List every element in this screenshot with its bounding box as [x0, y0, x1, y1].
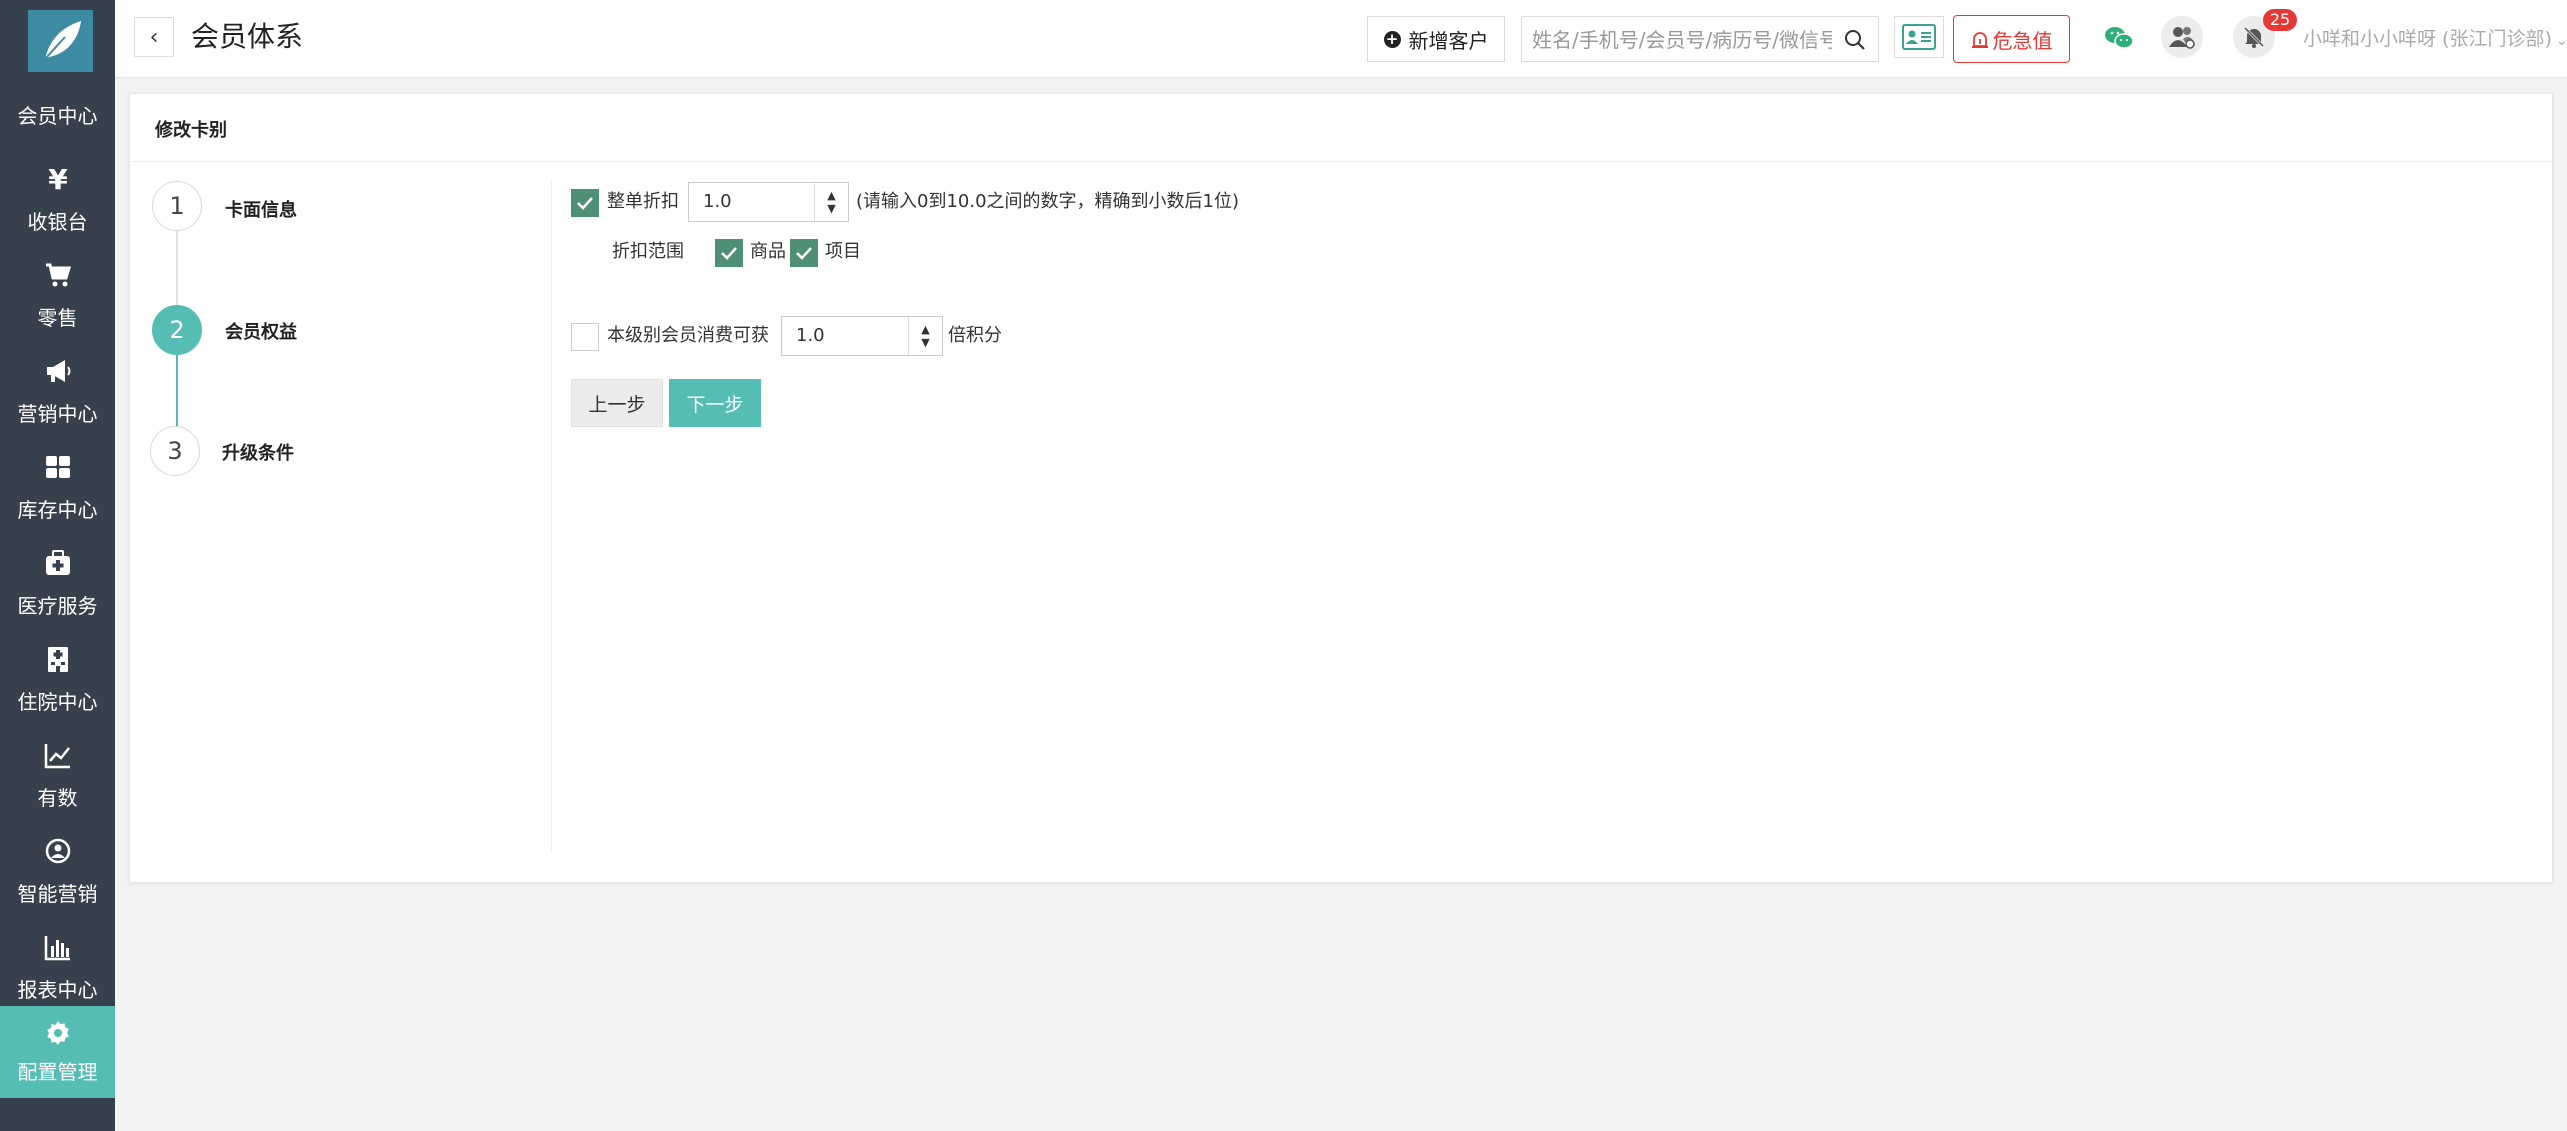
sidebar-item-medical[interactable]: 医疗服务	[0, 536, 115, 632]
bar-chart-icon	[0, 930, 115, 964]
id-card-icon	[1902, 24, 1936, 50]
sidebar-item-label: 会员中心	[17, 104, 98, 128]
sidebar-item-label: 库存中心	[17, 498, 98, 522]
wechat-icon	[2105, 27, 2134, 49]
scope-items-checkbox[interactable]	[790, 239, 818, 267]
search-input[interactable]	[1532, 25, 1832, 55]
points-label: 本级别会员消费可获	[607, 325, 769, 346]
sidebar-item-data[interactable]: 有数	[0, 728, 115, 824]
check-icon	[796, 247, 812, 260]
sidebar-item-config[interactable]: 配置管理	[0, 1006, 115, 1098]
add-customer-label: 新增客户	[1408, 28, 1489, 53]
users-icon	[2169, 27, 2195, 49]
sidebar-item-marketing[interactable]: 营销中心	[0, 344, 115, 440]
critical-value-button[interactable]: 危急值	[1953, 15, 2070, 63]
megaphone-icon	[0, 354, 115, 388]
gear-icon	[0, 1016, 115, 1050]
sidebar-item-label: 医疗服务	[17, 594, 98, 618]
sidebar-item-inventory[interactable]: 库存中心	[0, 440, 115, 536]
sidebar-item-smart-marketing[interactable]: 智能营销	[0, 824, 115, 920]
plus-circle-icon: +	[1383, 30, 1401, 48]
id-card-button[interactable]	[1894, 16, 1944, 58]
customer-search	[1521, 16, 1879, 62]
discount-label: 整单折扣	[607, 191, 679, 212]
points-stepper[interactable]: ▲▼	[781, 316, 943, 356]
sidebar-item-label: 住院中心	[17, 690, 98, 714]
smart-marketing-icon	[0, 834, 115, 868]
discount-stepper[interactable]: ▲▼	[688, 182, 849, 222]
scope-goods-label: 商品	[750, 241, 786, 262]
grid-icon	[0, 450, 115, 484]
step-3-label[interactable]: 升级条件	[222, 439, 294, 465]
step-connector-active	[176, 355, 178, 432]
step-1-label[interactable]: 卡面信息	[225, 196, 297, 222]
spinner-arrows-icon[interactable]: ▲ ▼	[814, 183, 848, 221]
next-step-button[interactable]: 下一步	[669, 379, 761, 427]
page-title: 会员体系	[191, 20, 304, 53]
panel-title: 修改卡别	[155, 120, 227, 141]
step-1-circle[interactable]: 1	[152, 181, 202, 231]
sidebar: 会员中心 ¥ 收银台 零售 营销中心 库存中心 医疗服务 住院中心 有数 智能营…	[0, 0, 115, 1131]
panel-header: 修改卡别	[130, 94, 2552, 162]
points-checkbox[interactable]	[571, 323, 599, 351]
step-3-circle[interactable]: 3	[150, 426, 200, 476]
medkit-icon	[0, 546, 115, 580]
add-customer-button[interactable]: + 新增客户	[1367, 16, 1505, 62]
hospital-icon	[0, 642, 115, 676]
chevron-down-icon: ⌄	[2555, 33, 2567, 49]
user-name: 小咩和小小咩呀 (张江门诊部)	[2303, 28, 2552, 50]
team-button[interactable]	[2161, 16, 2203, 58]
step-2-label[interactable]: 会员权益	[225, 318, 297, 344]
sidebar-item-cashier[interactable]: ¥ 收银台	[0, 152, 115, 248]
scope-label: 折扣范围	[612, 241, 684, 262]
sidebar-item-label: 报表中心	[17, 978, 98, 1002]
steps-divider	[551, 180, 552, 852]
alarm-icon	[1971, 32, 1988, 48]
leaf-logo-icon	[43, 21, 81, 60]
sidebar-item-label: 配置管理	[17, 1060, 98, 1084]
points-suffix: 倍积分	[948, 325, 1002, 346]
notification-badge: 25	[2263, 9, 2297, 31]
points-input[interactable]	[796, 325, 896, 346]
line-chart-icon	[0, 738, 115, 772]
sidebar-item-member-center[interactable]: 会员中心	[0, 76, 115, 136]
scope-goods-checkbox[interactable]	[715, 239, 743, 267]
sidebar-item-label: 收银台	[27, 210, 88, 234]
sidebar-item-inpatient[interactable]: 住院中心	[0, 632, 115, 728]
spinner-arrows-icon[interactable]: ▲ ▼	[908, 317, 942, 355]
sidebar-item-label: 有数	[37, 786, 78, 810]
check-icon	[577, 197, 593, 210]
cart-icon	[0, 258, 115, 292]
prev-step-button[interactable]: 上一步	[571, 379, 663, 427]
scope-items-label: 项目	[825, 241, 861, 262]
critical-value-label: 危急值	[1992, 28, 2053, 53]
discount-checkbox[interactable]	[571, 189, 599, 217]
check-icon	[721, 247, 737, 260]
app-logo[interactable]	[28, 10, 93, 72]
yen-icon: ¥	[0, 162, 115, 196]
back-button[interactable]: ‹	[134, 17, 174, 57]
user-menu[interactable]: 小咩和小小咩呀 (张江门诊部) ⌄	[2303, 24, 2567, 51]
wechat-button[interactable]	[2099, 18, 2139, 58]
sidebar-item-label: 营销中心	[17, 402, 98, 426]
bell-slash-icon	[2243, 26, 2265, 48]
discount-hint: (请输入0到10.0之间的数字，精确到小数后1位)	[856, 191, 1240, 212]
sidebar-item-label: 零售	[37, 306, 78, 330]
step-2-circle[interactable]: 2	[152, 305, 202, 355]
edit-card-panel: 修改卡别 1 卡面信息 2 会员权益 3 升级条件 整单折扣 ▲▼ (请输入0到…	[129, 93, 2553, 883]
top-bar: ‹ 会员体系 + 新增客户 危急值 25 小咩和小小咩呀 (张江门诊部)⌄	[115, 0, 2567, 78]
sidebar-item-reports[interactable]: 报表中心	[0, 920, 115, 1016]
sidebar-item-label: 智能营销	[17, 882, 98, 906]
search-icon[interactable]	[1844, 29, 1866, 51]
discount-input[interactable]	[703, 191, 803, 212]
chevron-left-icon: ‹	[149, 24, 159, 50]
sidebar-item-retail[interactable]: 零售	[0, 248, 115, 344]
svg-text:¥: ¥	[48, 164, 68, 194]
